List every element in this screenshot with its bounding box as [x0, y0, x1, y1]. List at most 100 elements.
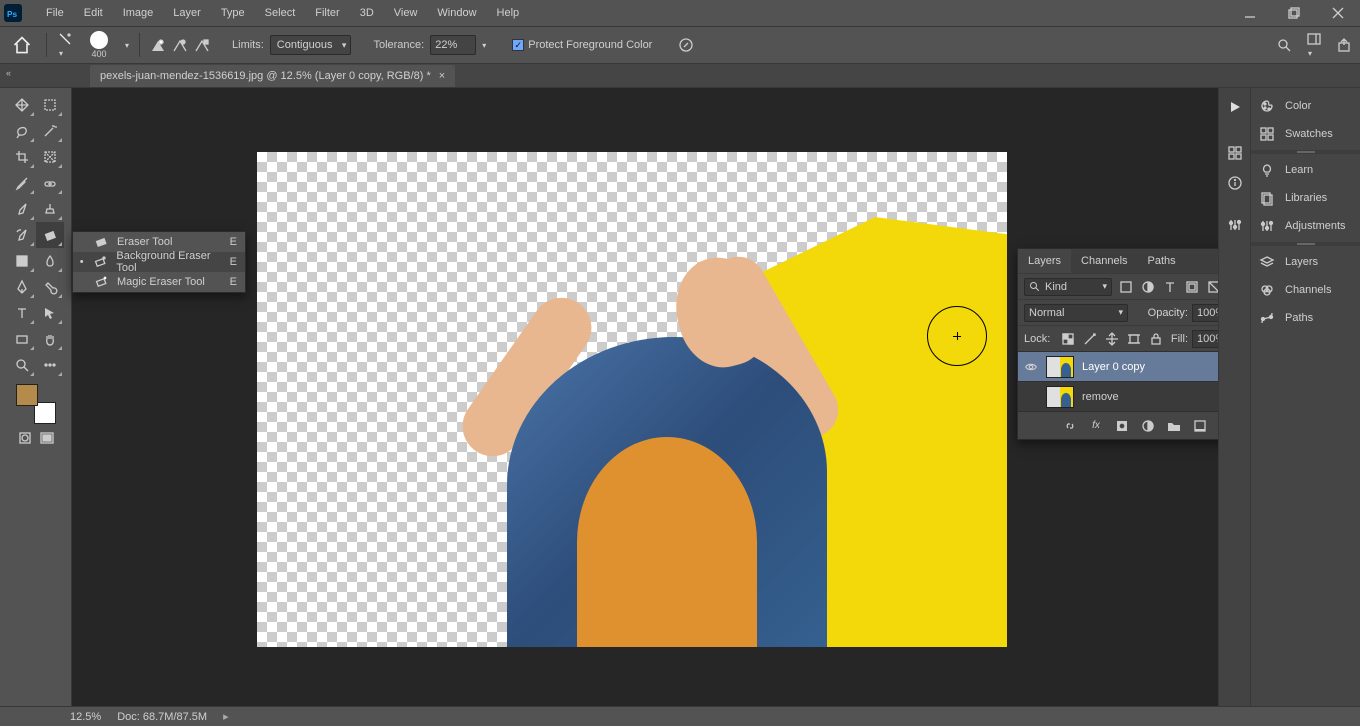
status-arrow-icon[interactable]: ▸: [223, 710, 229, 723]
expand-panel-icon[interactable]: »|: [1217, 256, 1218, 267]
mask-icon[interactable]: [1114, 418, 1130, 434]
tool-type[interactable]: [8, 300, 36, 326]
prop-color[interactable]: Color: [1251, 92, 1360, 120]
adjustment-layer-icon[interactable]: [1140, 418, 1156, 434]
group-icon[interactable]: [1166, 418, 1182, 434]
prop-adjustments[interactable]: Adjustments: [1251, 212, 1360, 240]
tool-slice[interactable]: [36, 144, 64, 170]
minimize-button[interactable]: [1228, 0, 1272, 26]
flyout-background-eraser-tool[interactable]: •Background Eraser ToolE: [73, 252, 245, 272]
lock-trans-icon[interactable]: [1060, 331, 1076, 347]
canvas[interactable]: [257, 152, 1007, 647]
filter-shape-icon[interactable]: [1184, 279, 1200, 295]
tool-crop[interactable]: [8, 144, 36, 170]
tool-gradient[interactable]: [8, 248, 36, 274]
tool-more[interactable]: [36, 352, 64, 378]
menu-image[interactable]: Image: [113, 0, 164, 26]
prop-channels[interactable]: Channels: [1251, 276, 1360, 304]
menu-select[interactable]: Select: [255, 0, 306, 26]
tool-stamp[interactable]: [36, 196, 64, 222]
menu-file[interactable]: File: [36, 0, 74, 26]
search-icon[interactable]: [1276, 37, 1292, 53]
sampling-swatch-icon[interactable]: [194, 37, 210, 53]
canvas-area[interactable]: Layers Channels Paths »| ≡ Kind Normal: [72, 88, 1218, 706]
protect-fg-checkbox[interactable]: ✓ Protect Foreground Color: [512, 39, 652, 51]
tool-marquee[interactable]: [36, 92, 64, 118]
layer-filter-select[interactable]: Kind: [1024, 278, 1112, 296]
lock-all-icon[interactable]: [1148, 331, 1164, 347]
filter-type-icon[interactable]: [1162, 279, 1178, 295]
flyout-eraser-tool[interactable]: Eraser ToolE: [73, 232, 245, 252]
tool-dodge[interactable]: [36, 274, 64, 300]
menu-edit[interactable]: Edit: [74, 0, 113, 26]
tool-heal[interactable]: [36, 170, 64, 196]
menu-view[interactable]: View: [384, 0, 428, 26]
tool-move[interactable]: [8, 92, 36, 118]
menu-help[interactable]: Help: [487, 0, 530, 26]
lock-image-icon[interactable]: [1082, 331, 1098, 347]
prop-paths[interactable]: Paths: [1251, 304, 1360, 332]
limits-select[interactable]: Contiguous: [270, 35, 352, 55]
share-icon[interactable]: [1336, 37, 1352, 53]
tool-lasso[interactable]: [8, 118, 36, 144]
fill-input[interactable]: 100%▾: [1192, 330, 1218, 348]
fg-color-swatch[interactable]: [16, 384, 38, 406]
filter-pixel-icon[interactable]: [1118, 279, 1134, 295]
tab-channels[interactable]: Channels: [1071, 249, 1137, 273]
blend-mode-select[interactable]: Normal: [1024, 304, 1128, 322]
filter-smart-icon[interactable]: [1206, 279, 1218, 295]
menu-type[interactable]: Type: [211, 0, 255, 26]
screenmode-icon[interactable]: [39, 430, 55, 446]
tool-history-brush[interactable]: [8, 222, 36, 248]
sampling-continuous-icon[interactable]: [150, 37, 166, 53]
quickmask-icon[interactable]: [17, 430, 33, 446]
tool-zoom[interactable]: [8, 352, 36, 378]
prop-libraries[interactable]: Libraries: [1251, 184, 1360, 212]
tab-layers[interactable]: Layers: [1018, 249, 1071, 273]
adjust-panel-icon[interactable]: [1219, 210, 1251, 240]
tool-preset-icon[interactable]: ▾: [57, 31, 73, 59]
filter-adjust-icon[interactable]: [1140, 279, 1156, 295]
tool-brush[interactable]: [8, 196, 36, 222]
tool-hand[interactable]: [36, 326, 64, 352]
document-tab[interactable]: pexels-juan-mendez-1536619.jpg @ 12.5% (…: [90, 65, 455, 87]
menu-3d[interactable]: 3D: [350, 0, 384, 26]
menu-layer[interactable]: Layer: [163, 0, 211, 26]
close-button[interactable]: [1316, 0, 1360, 26]
restore-button[interactable]: [1272, 0, 1316, 26]
close-tab-icon[interactable]: ×: [439, 70, 445, 82]
menu-filter[interactable]: Filter: [305, 0, 349, 26]
3d-icon[interactable]: [1219, 138, 1251, 168]
tool-pen[interactable]: [8, 274, 36, 300]
tolerance-input[interactable]: 22%: [430, 35, 476, 55]
home-icon[interactable]: [8, 31, 36, 59]
opacity-input[interactable]: 100%▾: [1192, 304, 1218, 322]
fx-icon[interactable]: fx: [1088, 418, 1104, 434]
collapse-icon[interactable]: «: [6, 68, 20, 82]
color-swatches[interactable]: [16, 384, 56, 424]
workspace-icon[interactable]: ▾: [1306, 31, 1322, 59]
layer-layer-0-copy[interactable]: Layer 0 copy: [1018, 351, 1218, 381]
menu-window[interactable]: Window: [427, 0, 486, 26]
brush-preview[interactable]: 400: [79, 31, 119, 59]
new-layer-icon[interactable]: [1192, 418, 1208, 434]
visibility-icon[interactable]: [1024, 360, 1038, 374]
prop-layers[interactable]: Layers: [1251, 248, 1360, 276]
prop-learn[interactable]: Learn: [1251, 156, 1360, 184]
pressure-icon[interactable]: [678, 37, 694, 53]
tool-eraser-active[interactable]: [36, 222, 64, 248]
lock-artboard-icon[interactable]: [1126, 331, 1142, 347]
zoom-level[interactable]: 12.5%: [70, 711, 101, 723]
tool-eyedropper[interactable]: [8, 170, 36, 196]
tool-blur[interactable]: [36, 248, 64, 274]
tool-path-sel[interactable]: [36, 300, 64, 326]
sampling-once-icon[interactable]: [172, 37, 188, 53]
tool-magic-wand[interactable]: [36, 118, 64, 144]
link-layers-icon[interactable]: [1062, 418, 1078, 434]
tool-shape[interactable]: [8, 326, 36, 352]
layer-remove[interactable]: remove: [1018, 381, 1218, 411]
info-icon[interactable]: [1219, 168, 1251, 198]
prop-swatches[interactable]: Swatches: [1251, 120, 1360, 148]
lock-pos-icon[interactable]: [1104, 331, 1120, 347]
flyout-magic-eraser-tool[interactable]: Magic Eraser ToolE: [73, 272, 245, 292]
